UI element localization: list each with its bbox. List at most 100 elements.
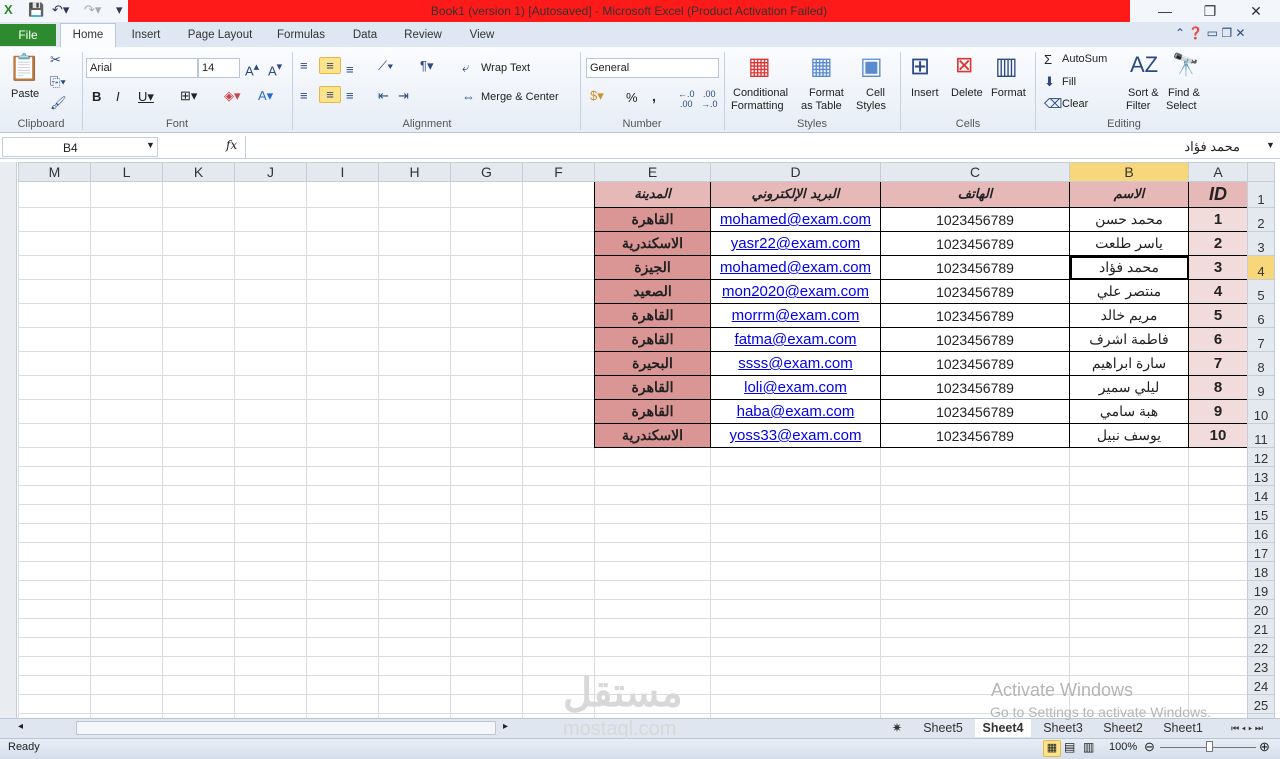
cell[interactable] <box>90 637 163 657</box>
cell[interactable] <box>234 637 307 657</box>
font-size-select[interactable]: 14 <box>198 58 240 78</box>
cell[interactable] <box>880 618 1070 638</box>
find-select-label[interactable]: Find & <box>1168 87 1200 99</box>
email-link[interactable]: morrm@exam.com <box>710 303 881 328</box>
cell[interactable] <box>710 694 881 714</box>
cell[interactable] <box>880 542 1070 562</box>
hscroll-left-icon[interactable]: ◂ <box>18 721 23 732</box>
cell[interactable] <box>18 303 91 328</box>
autosum-button[interactable]: AutoSum <box>1062 53 1107 65</box>
row-header[interactable]: 9 <box>1247 375 1275 400</box>
align-middle-icon[interactable]: ≡ <box>319 57 341 74</box>
tab-formulas[interactable]: Formulas <box>270 24 332 47</box>
cell[interactable] <box>162 485 235 505</box>
shrink-font-icon[interactable]: A▾ <box>268 60 282 78</box>
column-header-c[interactable]: C <box>880 162 1070 182</box>
cell[interactable] <box>18 375 91 400</box>
cell[interactable] <box>522 207 595 232</box>
formula-input[interactable]: محمد فؤاد <box>245 136 1262 158</box>
cell[interactable] <box>234 351 307 376</box>
align-left-icon[interactable]: ≡ <box>300 88 308 103</box>
city-cell[interactable]: القاهرة <box>594 327 711 352</box>
cell[interactable] <box>306 207 379 232</box>
cell[interactable] <box>306 181 379 208</box>
tab-home[interactable]: Home <box>60 24 116 47</box>
merge-center-button[interactable]: Merge & Center <box>481 91 559 103</box>
cell[interactable] <box>306 466 379 486</box>
cell[interactable] <box>306 303 379 328</box>
cell[interactable] <box>90 255 163 280</box>
cell[interactable] <box>18 485 91 505</box>
cell[interactable] <box>162 542 235 562</box>
cell[interactable] <box>18 675 91 695</box>
cell[interactable] <box>162 303 235 328</box>
cell[interactable] <box>234 618 307 638</box>
column-header-f[interactable]: F <box>522 162 595 182</box>
row-header[interactable]: 11 <box>1247 423 1275 448</box>
phone-cell[interactable]: 1023456789 <box>880 375 1070 400</box>
email-link[interactable]: mohamed@exam.com <box>710 207 881 232</box>
cell[interactable] <box>90 447 163 467</box>
cell[interactable] <box>90 303 163 328</box>
name-cell[interactable]: ياسر طلعت <box>1069 231 1189 256</box>
cell[interactable] <box>522 542 595 562</box>
align-bottom-icon[interactable]: ≡ <box>346 62 354 77</box>
row-header[interactable]: 1 <box>1247 181 1275 208</box>
cell[interactable] <box>18 399 91 424</box>
tab-review[interactable]: Review <box>398 24 448 47</box>
cell[interactable] <box>522 327 595 352</box>
row-header[interactable]: 5 <box>1247 279 1275 304</box>
cell[interactable] <box>18 207 91 232</box>
cell[interactable] <box>18 580 91 600</box>
row-header[interactable]: 25 <box>1247 694 1275 714</box>
email-link[interactable]: fatma@exam.com <box>710 327 881 352</box>
cell[interactable] <box>880 447 1070 467</box>
row-header[interactable]: 24 <box>1247 675 1275 695</box>
email-link[interactable]: haba@exam.com <box>710 399 881 424</box>
cell[interactable] <box>450 675 523 695</box>
cell[interactable] <box>378 637 451 657</box>
sheet-tab-sheet4[interactable]: Sheet4 <box>975 719 1031 737</box>
name-cell[interactable]: يوسف نبيل <box>1069 423 1189 448</box>
cell[interactable] <box>378 485 451 505</box>
cell[interactable] <box>162 656 235 676</box>
bold-icon[interactable]: B <box>92 89 101 104</box>
name-box[interactable]: B4 <box>2 137 158 157</box>
name-cell[interactable]: محمد حسن <box>1069 207 1189 232</box>
format-as-table-label[interactable]: Format <box>809 87 844 99</box>
row-header[interactable]: 8 <box>1247 351 1275 376</box>
id-cell[interactable]: 7 <box>1188 351 1248 376</box>
delete-cells-button[interactable]: Delete <box>951 87 983 99</box>
conditional-formatting-label2[interactable]: Formatting <box>731 100 784 112</box>
cell[interactable] <box>18 255 91 280</box>
tab-insert[interactable]: Insert <box>122 24 170 47</box>
column-header-g[interactable]: G <box>450 162 523 182</box>
tab-page-layout[interactable]: Page Layout <box>180 24 260 47</box>
fill-color-icon[interactable]: ◈▾ <box>224 88 241 104</box>
cell[interactable] <box>450 561 523 581</box>
cell[interactable] <box>306 423 379 448</box>
cell[interactable] <box>522 231 595 256</box>
header-cell[interactable]: البريد الإلكتروني <box>710 181 881 208</box>
cell[interactable] <box>90 580 163 600</box>
number-format-select[interactable]: General <box>586 58 719 78</box>
cell[interactable] <box>162 351 235 376</box>
header-cell[interactable]: المدينة <box>594 181 711 208</box>
city-cell[interactable]: الصعيد <box>594 279 711 304</box>
vertical-split-scrollbar[interactable] <box>0 162 17 718</box>
email-link[interactable]: mon2020@exam.com <box>710 279 881 304</box>
city-cell[interactable]: القاهرة <box>594 207 711 232</box>
cell[interactable] <box>162 466 235 486</box>
phone-cell[interactable]: 1023456789 <box>880 255 1070 280</box>
row-header[interactable]: 4 <box>1247 255 1275 280</box>
cell[interactable] <box>378 303 451 328</box>
cell[interactable] <box>90 181 163 208</box>
cell[interactable] <box>880 485 1070 505</box>
cell[interactable] <box>1188 485 1248 505</box>
cell[interactable] <box>450 279 523 304</box>
italic-icon[interactable]: I <box>116 89 120 104</box>
cell[interactable] <box>162 561 235 581</box>
cell[interactable] <box>1069 618 1189 638</box>
city-cell[interactable]: البحيرة <box>594 351 711 376</box>
cell[interactable] <box>306 656 379 676</box>
